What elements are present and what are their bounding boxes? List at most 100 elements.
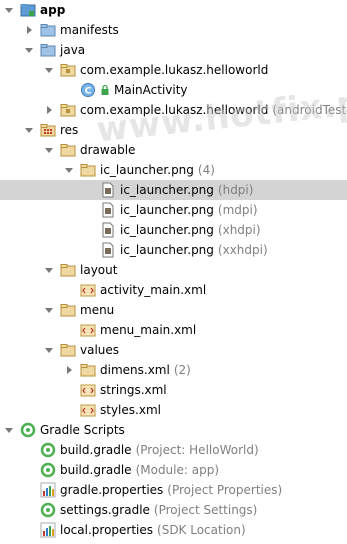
tree-node-res[interactable]: res: [0, 120, 347, 140]
tree-node-label: menu: [80, 303, 115, 317]
tree-node-label: app: [40, 3, 66, 17]
tree-node-local-properties[interactable]: local.properties (SDK Location): [0, 520, 347, 540]
chevron-down-icon[interactable]: [44, 305, 54, 315]
chevron-right-icon[interactable]: [44, 105, 54, 115]
image-file-icon: [100, 202, 116, 218]
chevron-down-icon[interactable]: [4, 425, 14, 435]
gradle-scripts-icon: [20, 422, 36, 438]
tree-node-hint: (androidTest): [272, 103, 347, 117]
tree-node-hint: (2): [173, 363, 191, 377]
tree-node-label: menu_main.xml: [100, 323, 197, 337]
tree-node-label: ic_launcher.png: [120, 223, 214, 237]
tree-node-hint: (SDK Location): [157, 523, 246, 537]
tree-node-manifests[interactable]: manifests: [0, 20, 347, 40]
folder-icon: [60, 342, 76, 358]
tree-node-menu-main-xml[interactable]: menu_main.xml: [0, 320, 347, 340]
chevron-down-icon[interactable]: [24, 45, 34, 55]
tree-node-label: com.example.lukasz.helloworld: [80, 103, 269, 117]
tree-node-strings-xml[interactable]: strings.xml: [0, 380, 347, 400]
chevron-down-icon[interactable]: [44, 345, 54, 355]
tree-node-label: res: [60, 123, 79, 137]
tree-node-menu[interactable]: menu: [0, 300, 347, 320]
tree-node-gradle-properties[interactable]: gradle.properties (Project Properties): [0, 480, 347, 500]
tree-node-hint: (xhdpi): [217, 223, 261, 237]
tree-node-ic-launcher-xhdpi[interactable]: ic_launcher.png (xhdpi): [0, 220, 347, 240]
xml-file-icon: [80, 402, 96, 418]
tree-node-label: activity_main.xml: [100, 283, 207, 297]
tree-node-package-androidtest[interactable]: com.example.lukasz.helloworld (androidTe…: [0, 100, 347, 120]
tree-node-hint: (Module: app): [135, 463, 220, 477]
tree-node-settings-gradle[interactable]: settings.gradle (Project Settings): [0, 500, 347, 520]
gradle-file-icon: [40, 442, 56, 458]
xml-file-icon: [80, 322, 96, 338]
tree-node-label: Gradle Scripts: [40, 423, 125, 437]
folder-icon: [60, 262, 76, 278]
tree-node-label: build.gradle: [60, 443, 132, 457]
xml-file-icon: [80, 382, 96, 398]
res-folder-icon: [40, 122, 56, 138]
tree-node-dimens-xml[interactable]: dimens.xml (2): [0, 360, 347, 380]
properties-file-icon: [40, 522, 56, 538]
tree-node-mainactivity[interactable]: C MainActivity: [0, 80, 347, 100]
tree-node-hint: (mdpi): [217, 203, 258, 217]
folder-icon: [60, 302, 76, 318]
tree-node-label: settings.gradle: [60, 503, 150, 517]
tree-node-hint: (Project: HelloWorld): [135, 443, 259, 457]
tree-node-hint: (Project Settings): [153, 503, 258, 517]
chevron-right-icon[interactable]: [64, 365, 74, 375]
tree-node-ic-launcher-group[interactable]: ic_launcher.png (4): [0, 160, 347, 180]
folder-icon: [40, 22, 56, 38]
tree-node-activity-main-xml[interactable]: activity_main.xml: [0, 280, 347, 300]
image-file-icon: [100, 242, 116, 258]
tree-node-build-gradle-project[interactable]: build.gradle (Project: HelloWorld): [0, 440, 347, 460]
tree-node-label: local.properties: [60, 523, 154, 537]
tree-node-label: strings.xml: [100, 383, 167, 397]
chevron-down-icon[interactable]: [44, 265, 54, 275]
tree-node-label: values: [80, 343, 120, 357]
tree-node-java[interactable]: java: [0, 40, 347, 60]
tree-node-values[interactable]: values: [0, 340, 347, 360]
tree-node-label: ic_launcher.png: [100, 163, 194, 177]
tree-node-label: styles.xml: [100, 403, 161, 417]
gradle-file-icon: [40, 502, 56, 518]
tree-node-ic-launcher-xxhdpi[interactable]: ic_launcher.png (xxhdpi): [0, 240, 347, 260]
xml-file-icon: [80, 282, 96, 298]
lock-icon: [100, 82, 110, 98]
properties-file-icon: [40, 482, 56, 498]
tree-node-ic-launcher-hdpi[interactable]: ic_launcher.png (hdpi): [0, 180, 347, 200]
chevron-right-icon[interactable]: [24, 25, 34, 35]
chevron-down-icon[interactable]: [24, 125, 34, 135]
folder-icon: [60, 142, 76, 158]
tree-node-label: MainActivity: [114, 83, 188, 97]
image-file-icon: [100, 182, 116, 198]
folder-icon: [40, 42, 56, 58]
tree-node-app[interactable]: app: [0, 0, 347, 20]
package-icon: [60, 62, 76, 78]
package-icon: [60, 102, 76, 118]
tree-node-label: layout: [80, 263, 118, 277]
folder-icon: [80, 162, 96, 178]
chevron-down-icon[interactable]: [4, 5, 14, 15]
tree-node-build-gradle-module[interactable]: build.gradle (Module: app): [0, 460, 347, 480]
chevron-down-icon[interactable]: [44, 65, 54, 75]
tree-node-hint: (hdpi): [217, 183, 254, 197]
tree-node-drawable[interactable]: drawable: [0, 140, 347, 160]
tree-node-label: build.gradle: [60, 463, 132, 477]
tree-node-label: manifests: [60, 23, 119, 37]
tree-node-hint: (xxhdpi): [217, 243, 268, 257]
tree-node-ic-launcher-mdpi[interactable]: ic_launcher.png (mdpi): [0, 200, 347, 220]
tree-node-styles-xml[interactable]: styles.xml: [0, 400, 347, 420]
tree-node-gradle-scripts[interactable]: Gradle Scripts: [0, 420, 347, 440]
module-folder-icon: [20, 2, 36, 18]
tree-node-hint: (4): [197, 163, 215, 177]
chevron-down-icon[interactable]: [64, 165, 74, 175]
svg-text:C: C: [85, 87, 92, 97]
tree-node-package[interactable]: com.example.lukasz.helloworld: [0, 60, 347, 80]
tree-node-hint: (Project Properties): [167, 483, 283, 497]
chevron-down-icon[interactable]: [44, 145, 54, 155]
tree-node-label: drawable: [80, 143, 136, 157]
gradle-file-icon: [40, 462, 56, 478]
tree-node-label: ic_launcher.png: [120, 203, 214, 217]
tree-node-layout[interactable]: layout: [0, 260, 347, 280]
folder-icon: [80, 362, 96, 378]
